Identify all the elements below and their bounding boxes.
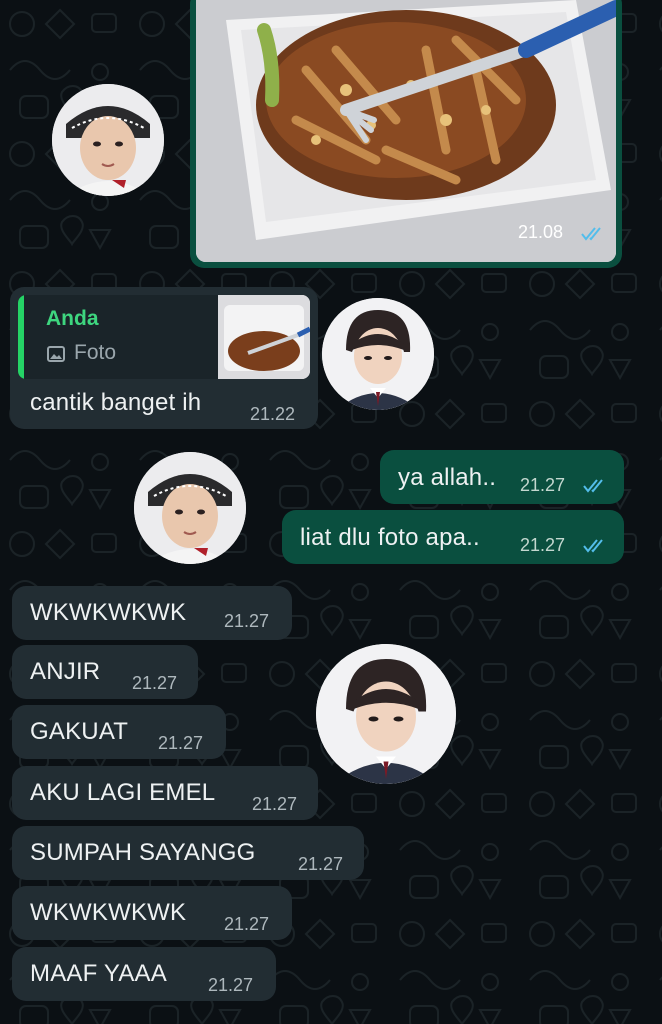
message-text: GAKUAT (30, 718, 129, 745)
food-photo[interactable]: 21.08 (196, 0, 616, 262)
incoming-message-7[interactable]: MAAF YAAA 21.27 (12, 947, 276, 1001)
message-text: ANJIR (30, 658, 101, 685)
quote-accent-bar (18, 295, 24, 379)
message-timestamp: 21.27 (224, 914, 270, 934)
incoming-reply-message[interactable]: Anda Foto cantik banget ih 21.22 (10, 287, 318, 429)
quoted-message[interactable]: Anda Foto (18, 295, 310, 379)
message-timestamp: 21.27 (298, 854, 344, 874)
sticker-avatar-bandana-2[interactable] (134, 452, 246, 564)
message-timestamp: 21.27 (208, 975, 254, 995)
message-timestamp: 21.27 (252, 794, 298, 814)
message-timestamp: 21.27 (520, 475, 566, 495)
message-text: WKWKWKWK (30, 599, 187, 626)
reply-timestamp: 21.22 (250, 404, 296, 424)
message-timestamp: 21.27 (520, 535, 566, 555)
message-timestamp: 21.27 (158, 733, 204, 753)
sticker-avatar-uniform-1[interactable] (322, 298, 434, 410)
outgoing-message-2[interactable]: liat dlu foto apa.. 21.27 (282, 510, 624, 564)
message-text: SUMPAH SAYANGG (30, 839, 256, 866)
person-sticker-icon (322, 298, 434, 410)
message-text: MAAF YAAA (30, 960, 167, 987)
person-sticker-icon (316, 644, 456, 784)
sticker-avatar-bandana-1[interactable] (52, 84, 164, 196)
reply-text: cantik banget ih (30, 389, 202, 416)
read-receipt-icon (583, 479, 603, 493)
incoming-message-2[interactable]: ANJIR 21.27 (12, 645, 198, 699)
quoted-type: Foto (74, 341, 117, 364)
sticker-avatar-uniform-2[interactable] (316, 644, 456, 784)
read-receipt-icon (583, 539, 603, 553)
message-timestamp: 21.27 (132, 673, 178, 693)
outgoing-photo-message[interactable]: 21.08 (190, 0, 622, 268)
message-text: WKWKWKWK (30, 899, 187, 926)
photo-icon (47, 346, 65, 362)
message-text: AKU LAGI EMEL (30, 779, 216, 806)
message-timestamp: 21.27 (224, 611, 270, 631)
outgoing-message-1[interactable]: ya allah.. 21.27 (380, 450, 624, 504)
person-sticker-icon (134, 452, 246, 564)
quoted-author: Anda (46, 307, 99, 330)
incoming-message-3[interactable]: GAKUAT 21.27 (12, 705, 226, 759)
read-receipt-icon (581, 227, 601, 241)
message-text: liat dlu foto apa.. (300, 524, 480, 551)
person-sticker-icon (52, 84, 164, 196)
photo-timestamp: 21.08 (518, 222, 564, 242)
incoming-message-1[interactable]: WKWKWKWK 21.27 (12, 586, 292, 640)
message-text: ya allah.. (398, 464, 497, 491)
incoming-message-5[interactable]: SUMPAH SAYANGG 21.27 (12, 826, 364, 880)
incoming-message-4[interactable]: AKU LAGI EMEL 21.27 (12, 766, 318, 820)
quoted-photo-thumbnail (218, 295, 310, 379)
incoming-message-6[interactable]: WKWKWKWK 21.27 (12, 886, 292, 940)
